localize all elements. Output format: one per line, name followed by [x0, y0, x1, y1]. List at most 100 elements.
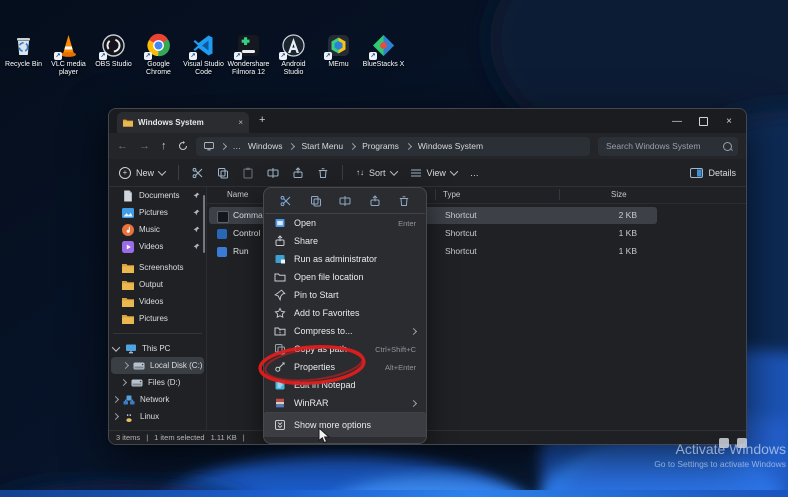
desktop-icon-memu[interactable]: ↗ MEmu: [317, 32, 360, 77]
forward-icon[interactable]: →: [139, 140, 150, 152]
chevron-expanded-icon[interactable]: [112, 343, 120, 351]
sidebar-item-documents[interactable]: Documents: [109, 187, 206, 204]
folder-icon: [122, 296, 134, 308]
tab-close-icon[interactable]: ×: [238, 118, 243, 127]
desktop-icon-obs[interactable]: ↗ OBS Studio: [92, 32, 135, 77]
command-prompt-icon: [217, 211, 229, 223]
details-button[interactable]: Details: [690, 168, 736, 178]
crumb-windows[interactable]: Windows: [248, 141, 282, 151]
sidebar-item-screenshots[interactable]: Screenshots: [109, 259, 206, 276]
file-name: Run: [233, 246, 249, 256]
menu-item-add-to-favorites[interactable]: Add to Favorites: [264, 304, 426, 322]
copy-icon[interactable]: [310, 195, 322, 207]
sidebar-item-music[interactable]: Music: [109, 221, 206, 238]
sidebar-item-linux[interactable]: Linux: [109, 408, 206, 425]
column-header-type[interactable]: Type: [443, 190, 460, 199]
column-header-name[interactable]: Name: [227, 190, 248, 199]
sort-button[interactable]: ↑↓ Sort: [356, 168, 397, 178]
minimize-button[interactable]: —: [664, 109, 690, 133]
search-input[interactable]: [604, 140, 719, 152]
desktop-icon-vlc[interactable]: ↗ VLC media player: [47, 32, 90, 77]
zip-folder-icon: [274, 325, 286, 337]
desktop-icon-label: BlueStacks X: [363, 61, 405, 69]
copy-button[interactable]: [217, 167, 229, 179]
menu-item-share[interactable]: Share: [264, 232, 426, 250]
tab-windows-system[interactable]: Windows System ×: [117, 112, 249, 133]
menu-item-label: Edit in Notepad: [294, 380, 416, 390]
cut-button[interactable]: [192, 167, 204, 179]
desktop-icon-vscode[interactable]: ↗ Visual Studio Code: [182, 32, 225, 77]
see-more-button[interactable]: …: [470, 168, 479, 178]
desktop-icon-label: Visual Studio Code: [182, 61, 225, 77]
cut-icon[interactable]: [280, 195, 292, 207]
close-button[interactable]: ×: [716, 109, 742, 133]
column-header-size[interactable]: Size: [611, 190, 627, 199]
column-divider[interactable]: [559, 189, 560, 200]
desktop-icon-chrome[interactable]: ↗ Google Chrome: [137, 32, 180, 77]
desktop-icon-label: OBS Studio: [95, 61, 132, 69]
sidebar-item-pictures[interactable]: Pictures: [109, 204, 206, 221]
menu-item-pin-to-start[interactable]: Pin to Start: [264, 286, 426, 304]
menu-item-open-file-location[interactable]: Open file location: [264, 268, 426, 286]
memu-icon: ↗: [325, 32, 352, 59]
view-button[interactable]: View: [410, 167, 457, 179]
sidebar-item-videos-folder[interactable]: Videos: [109, 293, 206, 310]
delete-button[interactable]: [317, 167, 329, 179]
crumb-programs[interactable]: Programs: [362, 141, 399, 151]
desktop-icon-filmora[interactable]: ↗ Wondershare Filmora 12: [227, 32, 270, 77]
file-explorer-window: Windows System × + — × ← → ↑: [108, 108, 747, 445]
shortcut-badge: ↗: [54, 52, 62, 60]
desktop-icon-android-studio[interactable]: ↗ Android Studio: [272, 32, 315, 77]
sidebar-item-pictures-folder[interactable]: Pictures: [109, 310, 206, 327]
sidebar-item-local-disk-c[interactable]: Local Disk (C:): [111, 357, 204, 374]
sidebar-item-network[interactable]: Network: [109, 391, 206, 408]
column-divider[interactable]: [435, 189, 436, 200]
refresh-icon[interactable]: [178, 141, 188, 151]
back-icon[interactable]: ←: [117, 140, 128, 152]
desktop-icon-recycle-bin[interactable]: Recycle Bin: [2, 32, 45, 77]
sidebar-item-output[interactable]: Output: [109, 276, 206, 293]
maximize-button[interactable]: [690, 109, 716, 133]
desktop-icon-bluestacks[interactable]: ↗ BlueStacks X: [362, 32, 405, 77]
menu-item-winrar[interactable]: WinRAR: [264, 394, 426, 412]
sidebar-item-videos[interactable]: Videos: [109, 238, 206, 255]
details-pane-icon: [690, 168, 703, 178]
sidebar-item-files-d[interactable]: Files (D:): [109, 374, 206, 391]
linux-icon: [123, 411, 135, 423]
chevron-collapsed-icon[interactable]: [112, 413, 119, 420]
chevron-right-icon: [288, 142, 295, 149]
chevron-collapsed-icon[interactable]: [120, 379, 127, 386]
paste-button[interactable]: [242, 167, 254, 179]
breadcrumb[interactable]: … Windows Start Menu Programs Windows Sy…: [196, 137, 591, 156]
menu-item-run-as-administrator[interactable]: Run as administrator: [264, 250, 426, 268]
menu-item-show-more-options[interactable]: Show more options: [264, 413, 426, 437]
sidebar-item-this-pc[interactable]: This PC: [109, 340, 206, 357]
share-button[interactable]: [292, 167, 304, 179]
search-box[interactable]: [598, 137, 738, 156]
breadcrumb-overflow[interactable]: …: [233, 141, 242, 151]
desktop-icon-label: MEmu: [328, 61, 348, 69]
status-item-count: 3 items: [116, 433, 140, 442]
rename-icon[interactable]: [339, 195, 351, 207]
menu-item-copy-as-path[interactable]: Copy as path Ctrl+Shift+C: [264, 340, 426, 358]
monitor-icon: [204, 142, 214, 151]
menu-item-properties[interactable]: Properties Alt+Enter: [264, 358, 426, 376]
crumb-windows-system[interactable]: Windows System: [418, 141, 483, 151]
pictures-icon: [122, 207, 134, 219]
menu-item-label: Properties: [294, 362, 377, 372]
new-tab-button[interactable]: +: [259, 114, 265, 126]
chevron-collapsed-icon[interactable]: [112, 396, 119, 403]
chevron-collapsed-icon[interactable]: [122, 362, 129, 369]
new-button[interactable]: + New: [119, 167, 165, 179]
up-icon[interactable]: ↑: [161, 140, 167, 152]
sidebar-scrollbar[interactable]: [203, 195, 205, 253]
crumb-start-menu[interactable]: Start Menu: [301, 141, 343, 151]
share-icon[interactable]: [369, 195, 381, 207]
trash-icon[interactable]: [398, 195, 410, 207]
details-label: Details: [708, 168, 736, 178]
menu-item-edit-in-notepad[interactable]: Edit in Notepad: [264, 376, 426, 394]
star-icon: [274, 307, 286, 319]
rename-button[interactable]: [267, 167, 279, 179]
menu-item-open[interactable]: Open Enter: [264, 214, 426, 232]
menu-item-compress-to[interactable]: Compress to...: [264, 322, 426, 340]
